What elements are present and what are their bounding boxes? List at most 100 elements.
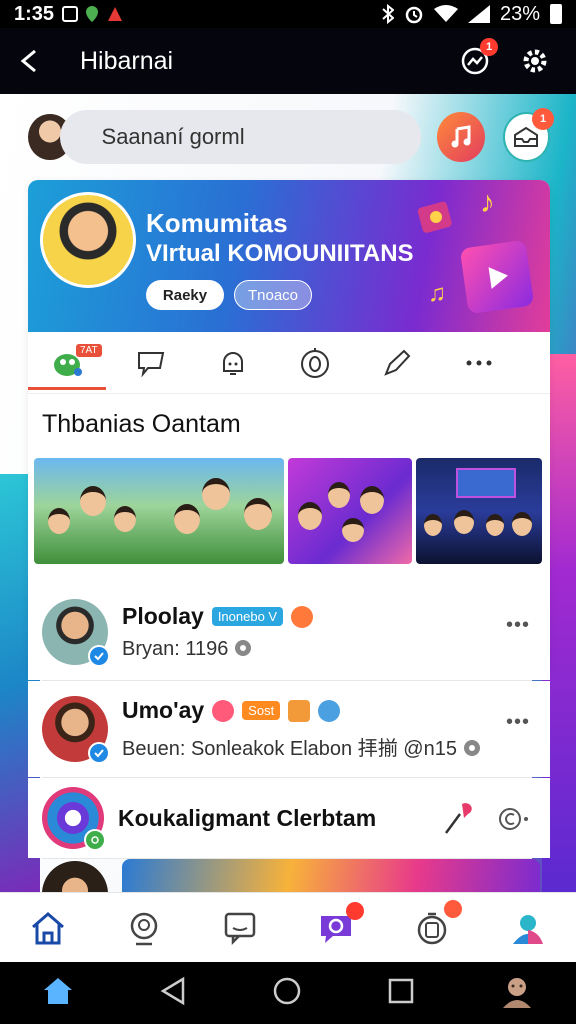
member-name: Ploolay: [122, 603, 204, 629]
nav-profile[interactable]: [506, 906, 550, 950]
nav-activity[interactable]: [410, 899, 462, 950]
status-bar: 1:35 23%: [0, 0, 576, 28]
post-image-preview[interactable]: [122, 859, 540, 892]
system-back-button[interactable]: [159, 976, 187, 1011]
tab-discover[interactable]: [274, 332, 356, 394]
community-logo[interactable]: [42, 787, 106, 851]
search-placeholder: Saananí gorml: [101, 124, 245, 149]
music-note-icon: [451, 125, 471, 148]
message-icon: [224, 912, 256, 945]
status-icon: [463, 740, 480, 756]
music-note-icon: ♪: [480, 186, 495, 219]
member-tag: Sost: [242, 701, 281, 720]
inbox-badge: 1: [532, 108, 555, 130]
nav-explore[interactable]: [122, 906, 166, 950]
tab-more[interactable]: [438, 332, 520, 394]
verified-icon: [88, 645, 110, 667]
tab-notifications[interactable]: [192, 332, 274, 394]
chat-icon: [138, 351, 165, 377]
inbox-button[interactable]: 1: [502, 108, 555, 162]
feed-item[interactable]: Umo'ay Sost Beuen: Sonleakok Elabon 拝揃 @…: [28, 681, 550, 777]
gear-icon: [523, 49, 547, 73]
member-tag: Inonebo V: [211, 607, 284, 626]
more-options-button[interactable]: •••: [506, 711, 530, 734]
back-button[interactable]: [0, 28, 60, 94]
feed-item[interactable]: Koukaligmant Clerbtam: [28, 778, 550, 858]
timer-icon: [417, 912, 447, 944]
copyright-icon[interactable]: [498, 806, 530, 832]
banner-illustration: [40, 192, 136, 288]
member-avatar[interactable]: [42, 696, 110, 764]
app-bar: Hibarnai 1: [0, 28, 576, 94]
feed-item[interactable]: Ploolay Inonebo V Bryan: 1196 •••: [28, 584, 550, 680]
nav-notifications[interactable]: [314, 901, 364, 950]
tab-create[interactable]: [356, 332, 438, 394]
profile-icon: [513, 914, 543, 944]
nav-home[interactable]: [26, 906, 70, 950]
battery-icon: [550, 4, 562, 24]
member-avatar[interactable]: [42, 861, 108, 892]
community-photo[interactable]: [416, 458, 542, 564]
member-subtitle: Bryan: 1196: [122, 638, 229, 660]
search-row: Saananí gorml 1: [26, 108, 555, 166]
verified-icon: [88, 742, 110, 764]
nav-messages[interactable]: [218, 906, 262, 950]
home-filled-icon: [44, 977, 73, 1004]
more-icon: [466, 360, 492, 365]
member-subtitle: Beuen: Sonleakok Elabon 拝揃 @n15: [122, 738, 457, 760]
verified-icon: [84, 829, 106, 851]
more-options-button[interactable]: •••: [506, 614, 530, 637]
alarm-icon: [405, 6, 423, 24]
banner-secondary-button[interactable]: Tnoaco: [234, 280, 312, 310]
battery-percent: 23%: [499, 2, 540, 25]
emoji-icon: [288, 699, 311, 722]
assistant-avatar-icon: [502, 977, 531, 1008]
activity-button[interactable]: 1: [458, 38, 498, 78]
emoji-icon: [291, 605, 314, 628]
gallery-icon: [62, 6, 79, 22]
maps-icon: [86, 6, 99, 22]
app-notification-icon: [108, 7, 123, 21]
video-play-icon: [459, 239, 535, 315]
community-tabs: 7AT: [28, 332, 550, 394]
community-photo[interactable]: [34, 458, 284, 564]
main-content: Saananí gorml 1 Komumitas VIrtual KOMOUN…: [0, 94, 576, 892]
member-avatar[interactable]: [42, 599, 110, 667]
pencil-icon: [384, 349, 411, 376]
community-banner[interactable]: Komumitas VIrtual KOMOUNIITANS Raeky Tno…: [28, 180, 550, 332]
app-title: Hibarnai: [80, 46, 174, 75]
explore-icon: [130, 912, 158, 945]
system-home-button[interactable]: [42, 976, 74, 1011]
assistant-avatar[interactable]: [500, 974, 534, 1013]
music-button[interactable]: [437, 112, 485, 162]
signal-icon: [467, 5, 490, 23]
status-time: 1:35: [14, 2, 55, 25]
community-photo[interactable]: [288, 458, 412, 564]
microphone-icon[interactable]: [442, 800, 476, 836]
back-arrow-icon: [20, 49, 36, 73]
book-icon: [417, 201, 452, 233]
feed-item[interactable]: [28, 859, 550, 892]
banner-primary-button[interactable]: Raeky: [146, 280, 224, 310]
emoji-icon: [318, 699, 341, 722]
system-recents-button[interactable]: [387, 977, 415, 1010]
music-note-icon: ♫: [428, 280, 446, 307]
emoji-icon: [212, 699, 235, 722]
bluetooth-icon: [382, 4, 394, 24]
status-icon: [234, 640, 251, 656]
circle-icon: [273, 977, 301, 1004]
search-input[interactable]: Saananí gorml: [59, 110, 422, 164]
member-name: Umo'ay: [122, 697, 205, 723]
section-title: Thbanias Oantam: [42, 410, 241, 438]
settings-button[interactable]: [518, 44, 552, 78]
activity-badge: 1: [480, 38, 498, 56]
nav-badge: [444, 899, 462, 918]
nav-badge: [346, 901, 364, 920]
system-navigation: [0, 962, 576, 1024]
tab-home[interactable]: 7AT: [28, 332, 110, 394]
home-icon: [32, 911, 64, 944]
bottom-navigation: [0, 892, 576, 962]
inbox-icon: [514, 126, 539, 147]
tab-chat[interactable]: [110, 332, 192, 394]
system-home-circle-button[interactable]: [272, 976, 302, 1011]
